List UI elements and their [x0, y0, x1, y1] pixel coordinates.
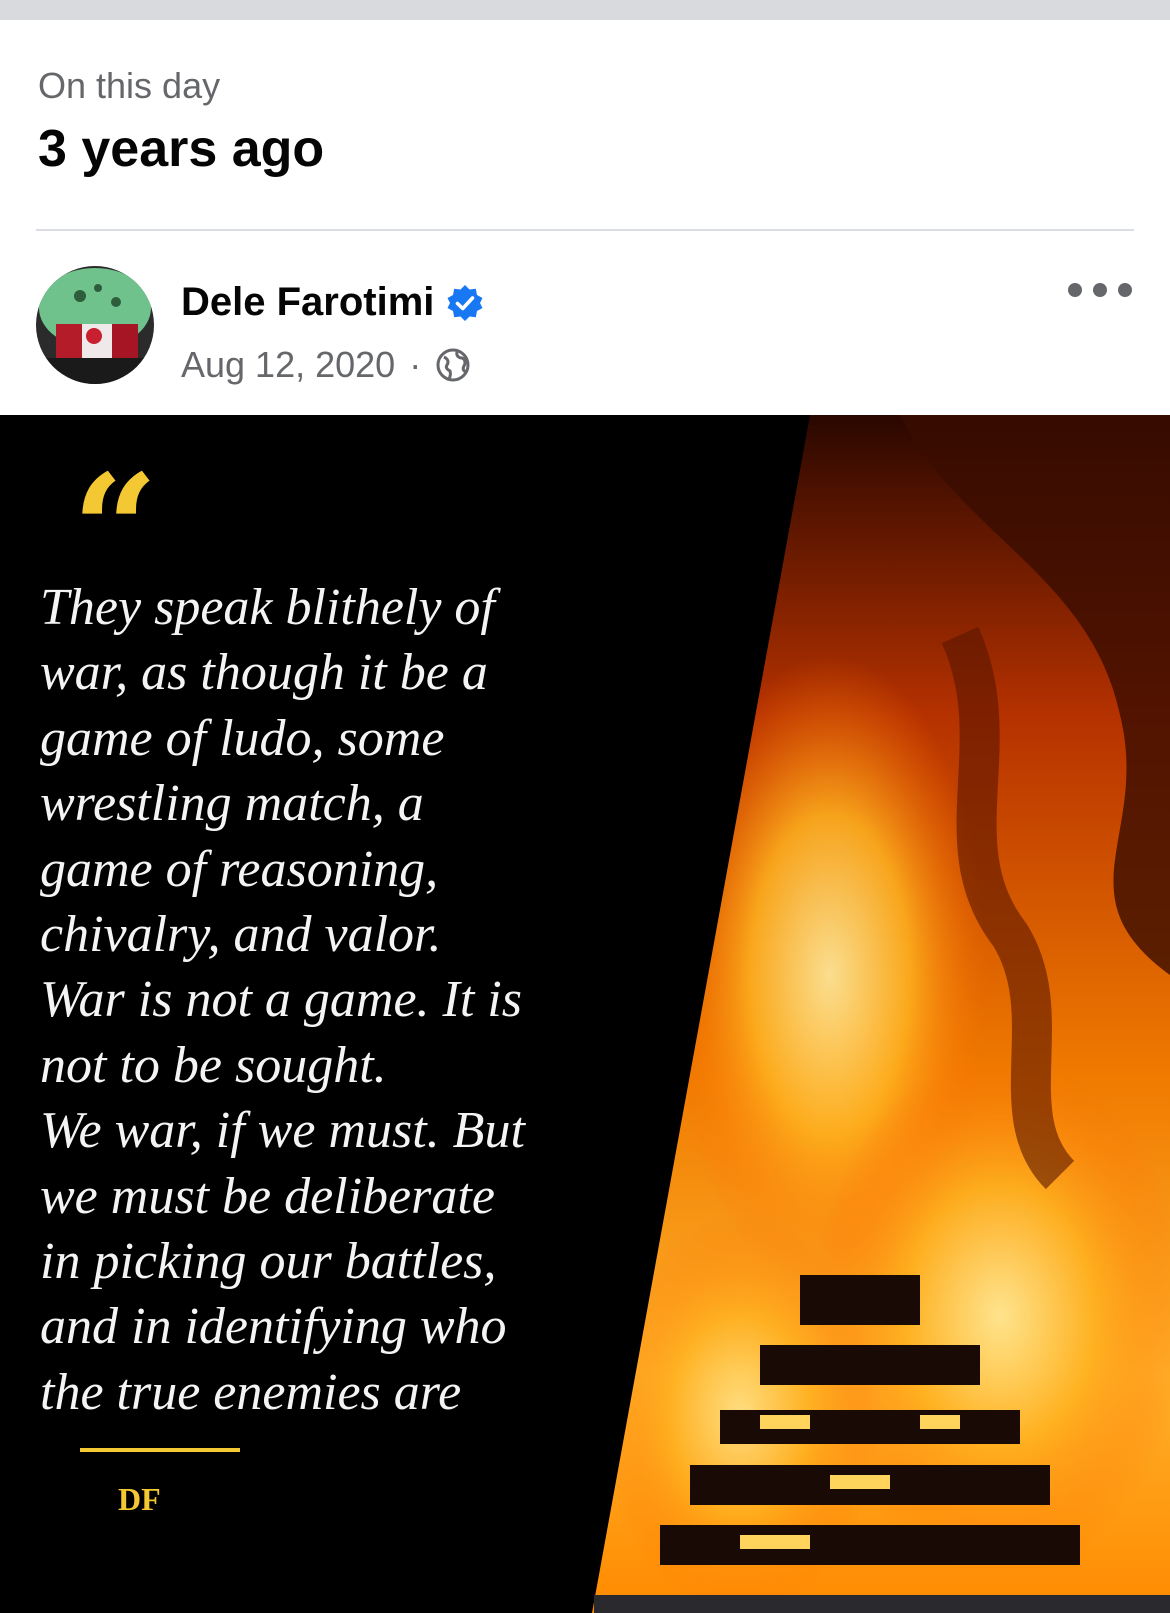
- memory-title: 3 years ago: [38, 120, 325, 178]
- post-image[interactable]: “ They speak blithely of war, as though …: [0, 415, 1170, 1613]
- more-dot: [1093, 283, 1107, 297]
- quote-text: They speak blithely of war, as though it…: [40, 579, 525, 1421]
- globe-icon: [435, 347, 471, 383]
- quote-divider: [80, 1448, 240, 1452]
- more-dot: [1068, 283, 1082, 297]
- post-meta: Aug 12, 2020 ·: [181, 344, 471, 386]
- post-date[interactable]: Aug 12, 2020: [181, 344, 395, 386]
- image-bottom-strip: [594, 1595, 1170, 1613]
- avatar[interactable]: [36, 266, 154, 384]
- memory-subtitle: On this day: [38, 65, 221, 106]
- more-dot: [1118, 283, 1132, 297]
- header-divider: [36, 229, 1134, 231]
- verified-badge-icon: [446, 284, 484, 322]
- author-row: Dele Farotimi: [181, 280, 484, 325]
- author-name[interactable]: Dele Farotimi: [181, 280, 434, 325]
- quote-signature: DF: [118, 1481, 161, 1517]
- more-options-icon[interactable]: [1068, 278, 1132, 302]
- post-header: Dele Farotimi Aug 12, 2020 ·: [36, 266, 1134, 386]
- meta-separator: ·: [409, 344, 422, 385]
- top-status-bar: [0, 0, 1170, 20]
- memory-header: On this day 3 years ago: [38, 64, 324, 180]
